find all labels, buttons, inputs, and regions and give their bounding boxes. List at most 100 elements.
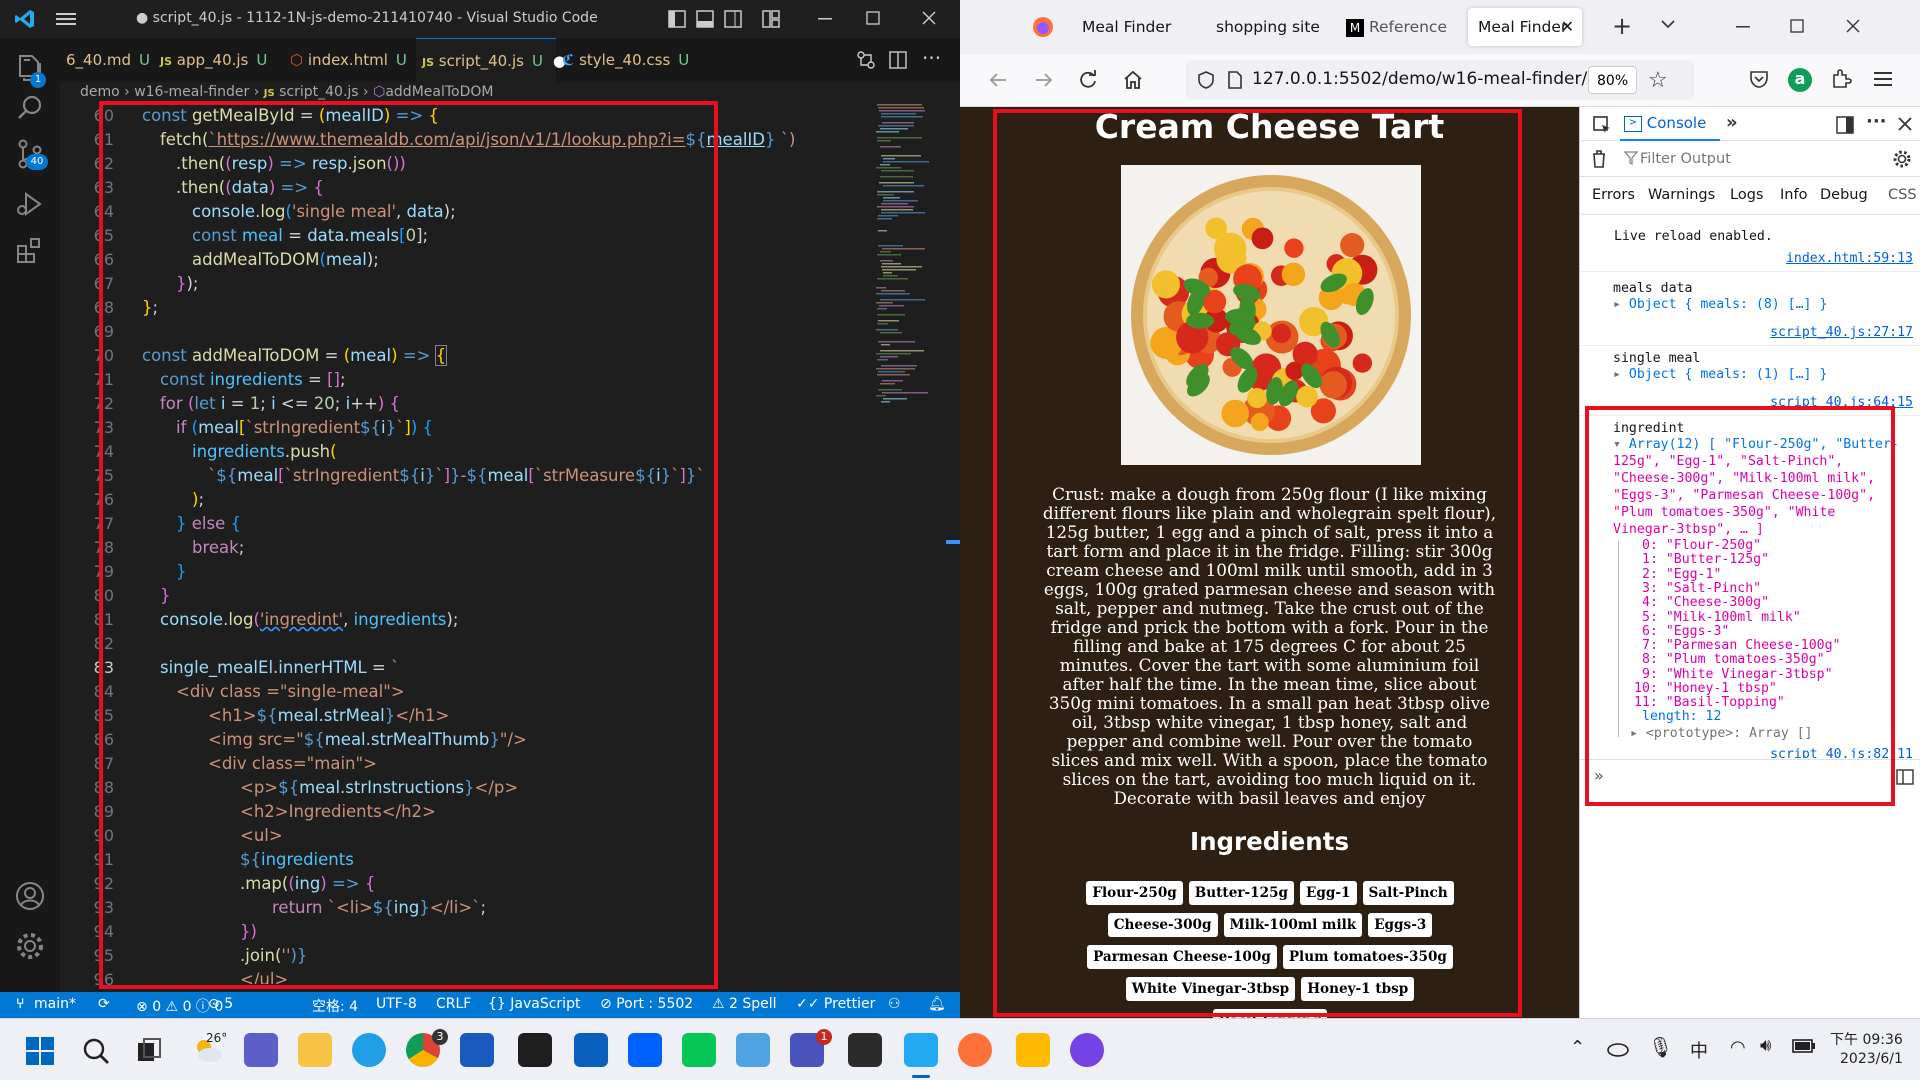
mail-icon[interactable]: [574, 1033, 608, 1067]
breadcrumb-folder[interactable]: demo: [80, 84, 120, 100]
tab-style-css[interactable]: ℭ style_40.css U: [556, 38, 696, 82]
editor-mode-icon[interactable]: [1896, 769, 1914, 785]
element-picker-icon[interactable]: [1592, 115, 1612, 135]
browser-tab[interactable]: M Reference: [1342, 8, 1456, 46]
spell-indicator[interactable]: ⚠ 2 Spell: [712, 996, 777, 1012]
minimize-icon[interactable]: [1736, 26, 1750, 28]
message-source-link[interactable]: script_40.js:27:17: [1770, 325, 1913, 340]
search-icon[interactable]: [82, 1037, 110, 1065]
pocket-icon[interactable]: [1748, 68, 1770, 90]
onedrive-icon[interactable]: [1606, 1039, 1630, 1057]
maximize-icon[interactable]: [866, 11, 880, 25]
firefox-dev-icon[interactable]: [1070, 1033, 1104, 1067]
chat-app-icon[interactable]: [244, 1033, 278, 1067]
clock-date[interactable]: 2023/6/1: [1840, 1051, 1903, 1067]
clear-console-icon[interactable]: [1590, 149, 1608, 169]
prettier-indicator[interactable]: ✓✓ Prettier: [796, 996, 875, 1012]
battery-icon[interactable]: [1792, 1039, 1816, 1053]
run-debug-icon[interactable]: [14, 188, 46, 220]
customize-layout-icon[interactable]: [762, 10, 780, 28]
edge-icon[interactable]: [352, 1033, 386, 1067]
mic-muted-icon[interactable]: 🎙︎: [1648, 1035, 1673, 1059]
page-info-icon[interactable]: [1226, 70, 1244, 90]
accounts-status-icon[interactable]: ⚇: [888, 996, 901, 1012]
tab-script-js[interactable]: JS script_40.js U ●: [416, 38, 566, 82]
tracking-protection-icon[interactable]: [1196, 70, 1216, 90]
breadcrumb-folder[interactable]: w16-meal-finder: [134, 84, 249, 100]
notifications-icon[interactable]: 🔔︎: [928, 996, 946, 1012]
more-actions-icon[interactable]: ···: [922, 46, 941, 70]
tab-app-js[interactable]: JS app_40.js U: [154, 38, 284, 82]
extensions-icon[interactable]: [14, 234, 46, 266]
dropbox-icon[interactable]: [628, 1033, 662, 1067]
close-window-icon[interactable]: [1846, 19, 1860, 33]
new-tab-icon[interactable]: +: [1612, 12, 1632, 40]
settings-gear-icon[interactable]: [14, 930, 46, 962]
console-settings-gear-icon[interactable]: [1892, 149, 1912, 169]
ime-indicator[interactable]: 中: [1690, 1037, 1708, 1063]
home-icon[interactable]: [1122, 69, 1144, 91]
files-app-icon[interactable]: [1016, 1033, 1050, 1067]
language-indicator[interactable]: {} JavaScript: [488, 996, 580, 1012]
layout-secondary-icon[interactable]: [724, 10, 742, 28]
object-toggle[interactable]: ▸ Object { meals: (1) […] }: [1613, 367, 1827, 382]
line-icon[interactable]: [682, 1033, 716, 1067]
minimize-icon[interactable]: [818, 18, 832, 20]
url-bar[interactable]: 127.0.0.1:5502/demo/w16-meal-finder/i 80…: [1186, 60, 1694, 100]
back-icon[interactable]: [988, 70, 1008, 90]
account-icon[interactable]: [14, 880, 46, 912]
message-source-link[interactable]: script_40.js:64:15: [1770, 395, 1913, 410]
menu-icon[interactable]: [56, 10, 76, 28]
terminal-icon[interactable]: [518, 1033, 552, 1067]
zoom-reset-button[interactable]: 80%: [1588, 66, 1638, 94]
port-indicator[interactable]: ⊘ Port : 5502: [600, 996, 693, 1012]
list-tabs-icon[interactable]: [1660, 16, 1676, 32]
wifi-icon[interactable]: ◠: [1730, 1037, 1746, 1058]
browser-tab-active[interactable]: Meal Finder ✕: [1468, 8, 1582, 46]
app-menu-icon[interactable]: [1874, 70, 1894, 88]
tab-md-file[interactable]: 6_40.md U: [60, 38, 152, 82]
encoding-indicator[interactable]: UTF-8: [376, 996, 417, 1012]
code-editor[interactable]: const getMealById = (mealID) => { fetch(…: [126, 104, 866, 984]
search-icon[interactable]: [14, 92, 46, 124]
breadcrumb-symbol[interactable]: addMealToDOM: [385, 84, 493, 100]
prototype-toggle[interactable]: ▸ <prototype>: Array []: [1630, 726, 1813, 741]
tab-console[interactable]: > Console: [1620, 107, 1720, 141]
firefox-view-icon[interactable]: [1032, 16, 1054, 38]
filter-logs[interactable]: Logs: [1730, 187, 1763, 203]
filter-css[interactable]: CSS: [1888, 187, 1917, 203]
filter-info[interactable]: Info: [1780, 187, 1807, 203]
filter-warnings[interactable]: Warnings: [1648, 187, 1715, 203]
layout-panel-icon[interactable]: [696, 10, 714, 28]
filter-debug[interactable]: Debug: [1820, 187, 1868, 203]
windows-start-icon[interactable]: [26, 1037, 54, 1065]
split-editor-icon[interactable]: [888, 50, 908, 70]
array-toggle[interactable]: ▾ Array(12) [ "Flour-250g", "Butter-: [1613, 437, 1899, 452]
extensions-puzzle-icon[interactable]: [1830, 68, 1852, 90]
devtools-menu-icon[interactable]: ···: [1866, 111, 1887, 132]
reload-icon[interactable]: [1078, 70, 1098, 90]
vscode-taskbar-icon[interactable]: [904, 1033, 938, 1067]
tab-index-html[interactable]: ⬡ index.html U: [284, 38, 414, 82]
message-source-link[interactable]: script_40.js:82:11: [1770, 747, 1913, 758]
scrollbar-marker[interactable]: [946, 540, 960, 544]
minimap[interactable]: [874, 104, 946, 984]
task-view-icon[interactable]: [136, 1037, 164, 1065]
ports-indicator[interactable]: ⊙ 5: [208, 996, 233, 1012]
close-icon[interactable]: [922, 11, 936, 25]
maximize-icon[interactable]: [1790, 19, 1804, 33]
open-changes-icon[interactable]: [856, 50, 876, 70]
layout-sidebar-icon[interactable]: [668, 10, 686, 28]
close-devtools-icon[interactable]: [1898, 117, 1912, 131]
sync-icon[interactable]: ⟳: [98, 996, 110, 1012]
forward-icon[interactable]: [1034, 70, 1054, 90]
volume-icon[interactable]: 🔊︎: [1760, 1035, 1771, 1056]
more-tools-icon[interactable]: »: [1726, 112, 1738, 133]
firefox-taskbar-icon[interactable]: [958, 1033, 992, 1067]
remote-icon[interactable]: ⑂: [16, 996, 24, 1012]
browser-tab[interactable]: shopping site: [1212, 8, 1332, 46]
message-source-link[interactable]: index.html:59:13: [1786, 251, 1913, 266]
dock-side-icon[interactable]: [1836, 116, 1854, 134]
eol-indicator[interactable]: CRLF: [436, 996, 471, 1012]
filter-output-input[interactable]: [1640, 147, 1860, 171]
